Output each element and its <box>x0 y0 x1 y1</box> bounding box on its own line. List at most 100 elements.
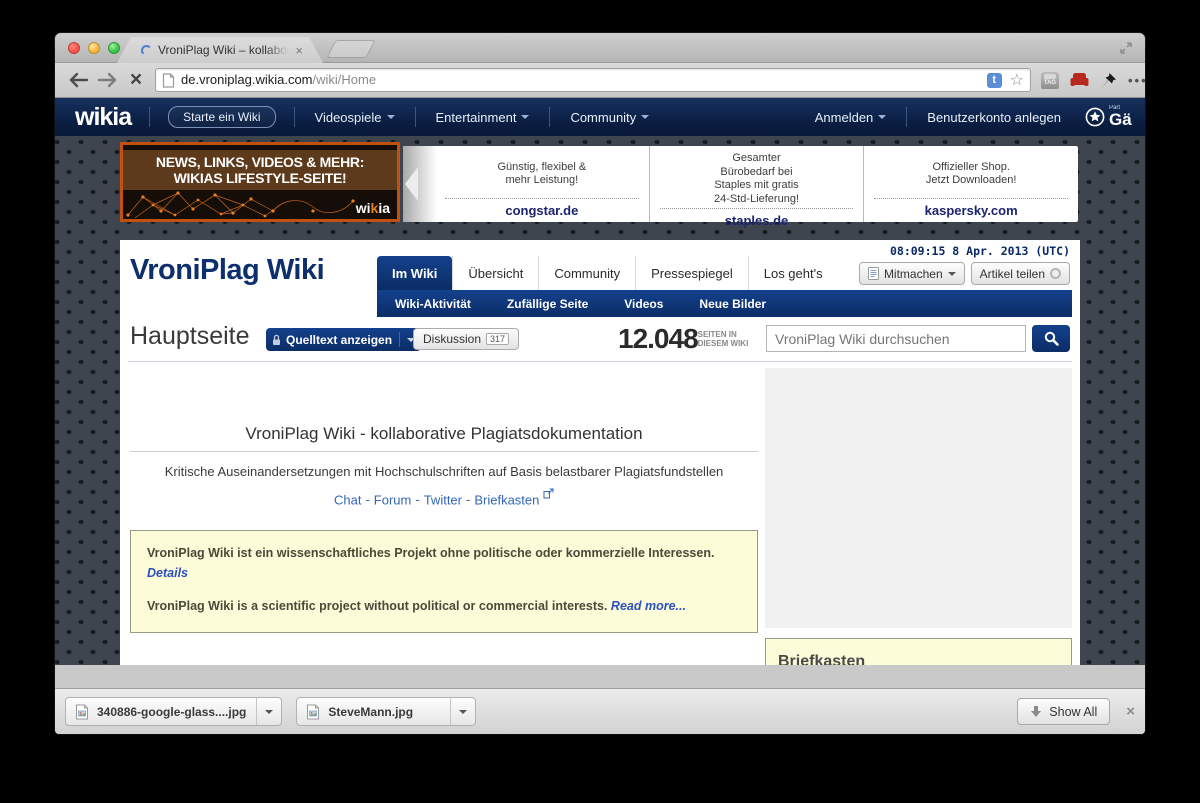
tab-los-gehts[interactable]: Los geht's <box>748 256 838 290</box>
ad-domain[interactable]: staples.de <box>658 209 856 228</box>
project-notice-box: VroniPlag Wiki ist ein wissenschaftliche… <box>130 530 758 633</box>
share-article-button[interactable]: Artikel teilen <box>971 262 1070 285</box>
ad-row: NEWS, LINKS, VIDEOS & MEHR: WIKIAS LIFES… <box>55 136 1145 232</box>
briefkasten-module: Briefkasten <box>765 638 1072 665</box>
briefkasten-link[interactable]: Briefkasten <box>474 492 539 507</box>
subnav-videos[interactable]: Videos <box>624 297 663 311</box>
stop-loading-button[interactable]: × <box>121 68 151 92</box>
article-links: Chat-Forum-Twitter-Briefkasten <box>130 488 758 507</box>
url-host: de.vroniplag.wikia.com <box>181 72 313 87</box>
lifestyle-ad-line2: WIKIAS LIFESTYLE-SEITE! <box>123 170 397 186</box>
download-item-google-glass[interactable]: 340886-google-glass....jpg <box>65 697 282 726</box>
minimize-window-button[interactable] <box>88 42 100 54</box>
pushpin-extension-icon[interactable] <box>1100 72 1117 89</box>
discussion-button[interactable]: Diskussion 317 <box>413 328 519 350</box>
tab-close-icon[interactable]: × <box>295 44 303 57</box>
tab-title: VroniPlag Wiki – kollaborat <box>158 43 289 57</box>
wiki-page-background: 08:09:15 8 Apr. 2013 (UTC) VroniPlag Wik… <box>55 232 1145 665</box>
extension-icons: TAG ••• <box>1041 71 1145 89</box>
wiki-site-title[interactable]: VroniPlag Wiki <box>130 254 324 287</box>
page-viewport: wikia Starte ein Wiki Videospiele Entert… <box>55 98 1145 665</box>
twitter-link[interactable]: Twitter <box>424 492 462 507</box>
forum-link[interactable]: Forum <box>374 492 412 507</box>
tab-pressespiegel[interactable]: Pressespiegel <box>635 256 748 290</box>
read-more-link[interactable]: Read more... <box>611 599 686 613</box>
start-wiki-button[interactable]: Starte ein Wiki <box>168 106 275 128</box>
contribute-button[interactable]: Mitmachen <box>859 262 965 285</box>
tab-uebersicht[interactable]: Übersicht <box>452 256 538 290</box>
lifestyle-banner-ad[interactable]: NEWS, LINKS, VIDEOS & MEHR: WIKIAS LIFES… <box>120 142 400 222</box>
gnav-item-community[interactable]: Community <box>568 110 651 125</box>
fullscreen-icon[interactable] <box>1119 41 1133 55</box>
subnav-zufaellige-seite[interactable]: Zufällige Seite <box>507 297 588 311</box>
close-window-button[interactable] <box>68 42 80 54</box>
new-tab-button[interactable] <box>326 40 376 58</box>
page-count: 12.048 SEITEN INDIESEM WIKI <box>618 323 748 355</box>
download-arrow-icon <box>1030 705 1042 718</box>
browser-tab[interactable]: VroniPlag Wiki – kollaborat × <box>117 37 323 63</box>
chat-link[interactable]: Chat <box>334 492 361 507</box>
traffic-lights <box>68 42 120 54</box>
gnav-item-videospiele[interactable]: Videospiele <box>313 110 397 125</box>
view-source-button[interactable]: Quelltext anzeigen <box>266 328 421 351</box>
page-header: Hauptseite Quelltext anzeigen Diskussion… <box>128 317 1072 362</box>
search-icon <box>1043 330 1060 347</box>
download-bar: 340886-google-glass....jpg SteveMann.jpg… <box>55 688 1145 734</box>
register-link[interactable]: Benutzerkonto anlegen <box>925 110 1063 125</box>
download-item-stevemann[interactable]: SteveMann.jpg <box>296 697 476 726</box>
show-all-downloads-button[interactable]: Show All <box>1017 698 1110 725</box>
sign-in-button[interactable]: Anmelden <box>813 110 889 125</box>
share-spinner-icon <box>1050 268 1061 279</box>
wikia-global-nav: wikia Starte ein Wiki Videospiele Entert… <box>55 98 1145 136</box>
ad-card-staples[interactable]: Gesamter Bürobedarf bei Staples mit grat… <box>649 146 864 222</box>
zoom-window-button[interactable] <box>108 42 120 54</box>
image-file-icon <box>306 704 320 720</box>
close-download-bar-icon[interactable]: × <box>1126 703 1135 720</box>
more-actions-icon[interactable]: ••• <box>1128 73 1145 88</box>
page-title: Hauptseite <box>130 322 250 351</box>
address-bar[interactable]: de.vroniplag.wikia.com/wiki/Home t ☆ <box>155 68 1031 92</box>
image-file-icon <box>75 704 89 720</box>
notice-de: VroniPlag Wiki ist ein wissenschaftliche… <box>147 546 714 560</box>
wikia-logo[interactable]: wikia <box>75 103 131 132</box>
star-circle-icon <box>1085 107 1105 127</box>
chevron-down-icon <box>948 272 956 276</box>
article-intro: Kritische Auseinandersetzungen mit Hochs… <box>130 464 758 479</box>
gnav-item-entertainment[interactable]: Entertainment <box>434 110 532 125</box>
notice-en: VroniPlag Wiki is a scientific project w… <box>147 599 607 613</box>
chevron-down-icon <box>641 115 649 119</box>
forward-button[interactable] <box>93 72 121 88</box>
armchair-extension-icon[interactable] <box>1070 72 1089 88</box>
details-link[interactable]: Details <box>147 566 188 580</box>
tag-extension-icon[interactable]: TAG <box>1041 72 1059 89</box>
wiki-content-card: 08:09:15 8 Apr. 2013 (UTC) VroniPlag Wik… <box>120 240 1080 665</box>
tab-community[interactable]: Community <box>538 256 635 290</box>
titlebar: VroniPlag Wiki – kollaborat × <box>55 33 1145 63</box>
news-heading[interactable]: Eine kritische Auseinandersetzung mit de… <box>130 663 758 665</box>
bookmark-star-icon[interactable]: ☆ <box>1010 72 1024 88</box>
ad-domain[interactable]: congstar.de <box>443 199 641 218</box>
tumblr-icon[interactable]: t <box>987 73 1002 88</box>
ad-domain[interactable]: kaspersky.com <box>872 199 1070 218</box>
subnav-wiki-aktivitaet[interactable]: Wiki-Aktivität <box>395 297 471 311</box>
tab-loading-spinner-icon <box>141 45 152 56</box>
chevron-down-icon <box>387 115 395 119</box>
ad-card-congstar[interactable]: Günstig, flexibel & mehr Leistung! congs… <box>403 146 649 222</box>
page-edit-icon <box>868 267 879 280</box>
page-icon <box>162 73 175 88</box>
download-menu-arrow[interactable] <box>256 698 281 725</box>
partner-logo[interactable]: Part Gä <box>1085 105 1145 129</box>
tab-im-wiki[interactable]: Im Wiki <box>377 256 452 290</box>
discussion-count-badge: 317 <box>486 333 509 345</box>
search-button[interactable] <box>1032 325 1070 352</box>
chevron-down-icon <box>878 115 886 119</box>
download-menu-arrow[interactable] <box>450 698 475 725</box>
back-button[interactable] <box>65 72 93 88</box>
ad-card-kaspersky[interactable]: Offizieller Shop. Jetzt Downloaden! kasp… <box>863 146 1078 222</box>
wiki-search-input[interactable] <box>775 331 1017 347</box>
briefkasten-title: Briefkasten <box>778 653 1059 665</box>
browser-window: VroniPlag Wiki – kollaborat × × de.vroni… <box>55 33 1145 734</box>
url-path: /wiki/Home <box>313 72 377 87</box>
carousel-prev-arrow-icon[interactable] <box>405 167 418 201</box>
subnav-neue-bilder[interactable]: Neue Bilder <box>699 297 766 311</box>
